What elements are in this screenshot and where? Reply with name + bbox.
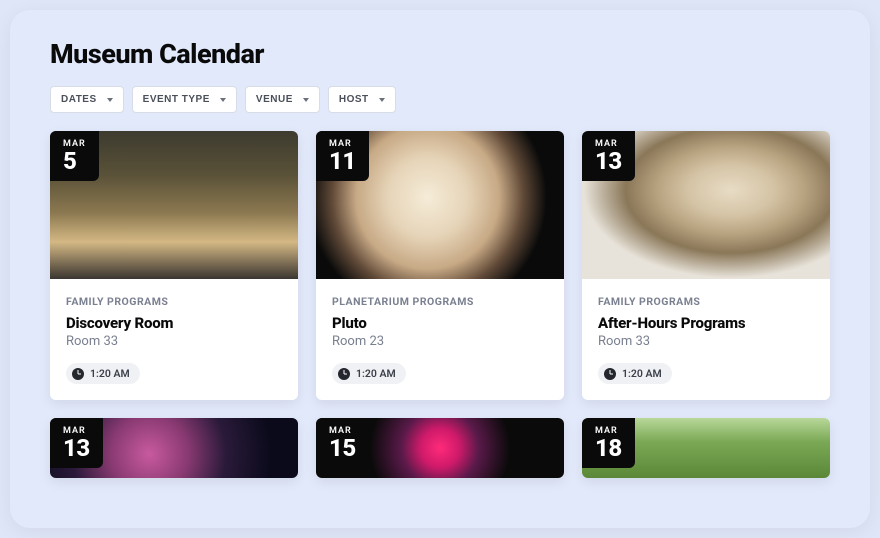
events-grid: MAR 5 FAMILY PROGRAMS Discovery Room Roo… [10, 131, 870, 478]
event-image: MAR 15 [316, 418, 564, 478]
filter-label: VENUE [256, 94, 293, 105]
filter-host[interactable]: HOST [328, 86, 396, 113]
page-title: Museum Calendar [50, 38, 830, 70]
clock-icon [338, 368, 350, 380]
event-title: After-Hours Programs [598, 314, 814, 332]
event-time-pill: 1:20 AM [66, 363, 140, 384]
event-category: PLANETARIUM PROGRAMS [332, 295, 548, 308]
date-day: 18 [595, 434, 622, 462]
date-badge: MAR 5 [50, 131, 99, 181]
date-badge: MAR 13 [582, 131, 635, 181]
event-card-body: FAMILY PROGRAMS After-Hours Programs Roo… [582, 279, 830, 400]
filter-dates[interactable]: DATES [50, 86, 124, 113]
header: Museum Calendar [10, 10, 870, 86]
clock-icon [604, 368, 616, 380]
event-room: Room 33 [598, 334, 814, 349]
chevron-down-icon [220, 98, 226, 102]
event-image: MAR 5 [50, 131, 298, 279]
clock-icon [72, 368, 84, 380]
event-card[interactable]: MAR 18 [582, 418, 830, 478]
event-card[interactable]: MAR 5 FAMILY PROGRAMS Discovery Room Roo… [50, 131, 298, 400]
date-badge: MAR 11 [316, 131, 369, 181]
museum-calendar-app: Museum Calendar DATES EVENT TYPE VENUE H… [10, 10, 870, 528]
event-image: MAR 13 [582, 131, 830, 279]
filter-venue[interactable]: VENUE [245, 86, 320, 113]
event-category: FAMILY PROGRAMS [66, 295, 282, 308]
event-card-body: PLANETARIUM PROGRAMS Pluto Room 23 1:20 … [316, 279, 564, 400]
date-badge: MAR 15 [316, 418, 369, 468]
event-image: MAR 11 [316, 131, 564, 279]
event-time: 1:20 AM [90, 367, 130, 380]
filter-bar: DATES EVENT TYPE VENUE HOST [10, 86, 870, 131]
event-card-body: FAMILY PROGRAMS Discovery Room Room 33 1… [50, 279, 298, 400]
event-time-pill: 1:20 AM [598, 363, 672, 384]
event-card[interactable]: MAR 15 [316, 418, 564, 478]
filter-label: DATES [61, 94, 97, 105]
filter-event-type[interactable]: EVENT TYPE [132, 86, 237, 113]
chevron-down-icon [303, 98, 309, 102]
date-day: 13 [63, 434, 90, 462]
date-day: 11 [329, 147, 356, 175]
event-room: Room 33 [66, 334, 282, 349]
date-day: 13 [595, 147, 622, 175]
event-card[interactable]: MAR 13 FAMILY PROGRAMS After-Hours Progr… [582, 131, 830, 400]
event-title: Pluto [332, 314, 548, 332]
date-day: 15 [329, 434, 356, 462]
chevron-down-icon [379, 98, 385, 102]
event-time: 1:20 AM [356, 367, 396, 380]
event-card[interactable]: MAR 13 [50, 418, 298, 478]
event-time-pill: 1:20 AM [332, 363, 406, 384]
event-category: FAMILY PROGRAMS [598, 295, 814, 308]
event-image: MAR 18 [582, 418, 830, 478]
filter-label: HOST [339, 94, 369, 105]
date-badge: MAR 13 [50, 418, 103, 468]
event-image: MAR 13 [50, 418, 298, 478]
event-room: Room 23 [332, 334, 548, 349]
event-title: Discovery Room [66, 314, 282, 332]
event-time: 1:20 AM [622, 367, 662, 380]
event-card[interactable]: MAR 11 PLANETARIUM PROGRAMS Pluto Room 2… [316, 131, 564, 400]
date-day: 5 [63, 147, 76, 175]
chevron-down-icon [107, 98, 113, 102]
date-badge: MAR 18 [582, 418, 635, 468]
filter-label: EVENT TYPE [143, 94, 210, 105]
